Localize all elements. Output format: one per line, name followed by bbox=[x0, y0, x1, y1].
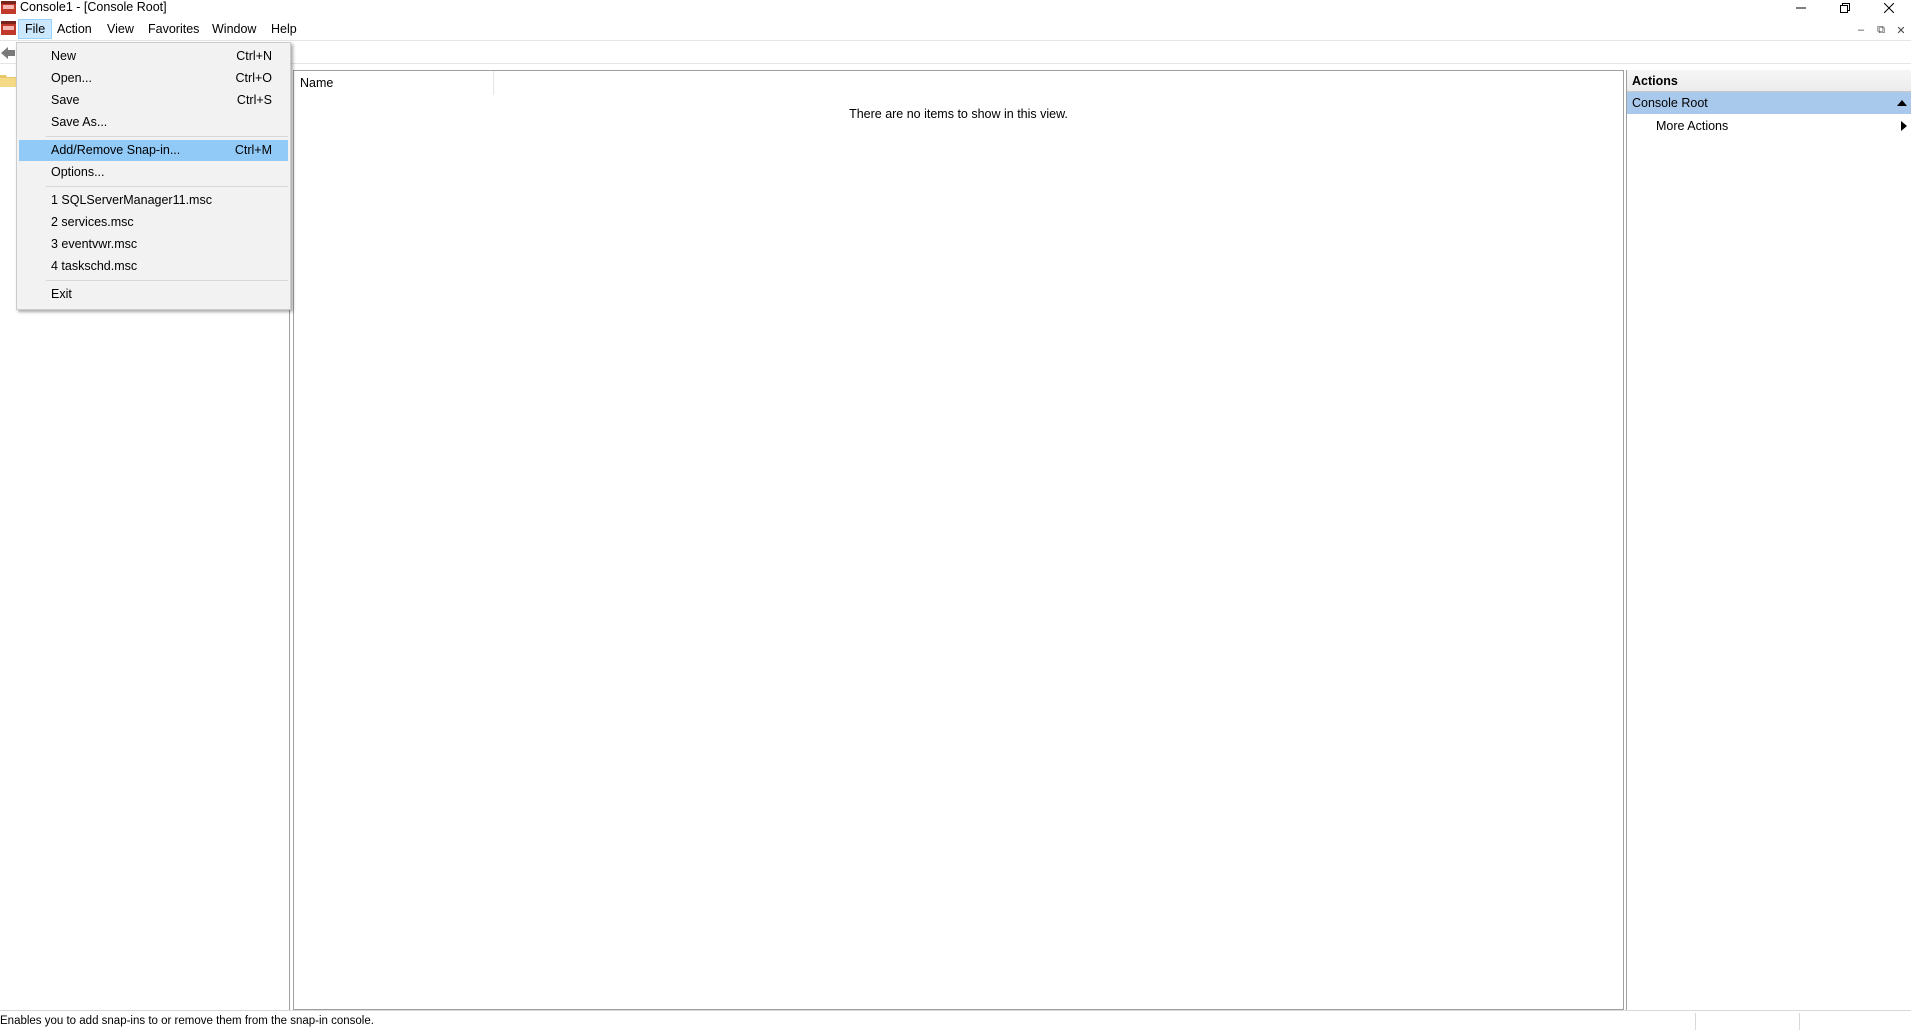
menu-item-label: New bbox=[51, 49, 77, 63]
menu-view[interactable]: View bbox=[101, 19, 140, 39]
menu-item-recent-2[interactable]: 2 services.msc bbox=[19, 212, 288, 233]
menu-item-label: 3 eventvwr.msc bbox=[51, 237, 138, 251]
child-minimize-button[interactable]: – bbox=[1851, 20, 1871, 40]
child-window-controls: – ⧉ ✕ bbox=[1851, 20, 1911, 40]
menu-item-label: 1 SQLServerManager11.msc bbox=[51, 193, 212, 207]
menu-item-shortcut: Ctrl+S bbox=[236, 93, 272, 107]
status-bar: Enables you to add snap-ins to or remove… bbox=[0, 1010, 1911, 1031]
menu-item-save-as[interactable]: Save As... bbox=[19, 112, 288, 133]
menu-separator bbox=[46, 186, 288, 187]
menu-item-label: Save bbox=[51, 93, 80, 107]
minimize-icon bbox=[1796, 7, 1806, 8]
collapse-arrow-icon[interactable] bbox=[1897, 100, 1907, 106]
actions-section-console-root[interactable]: Console Root bbox=[1627, 92, 1911, 114]
close-button[interactable] bbox=[1867, 0, 1911, 16]
menu-item-label: 4 taskschd.msc bbox=[51, 259, 138, 273]
close-icon: ✕ bbox=[1896, 24, 1906, 37]
minimize-icon: – bbox=[1857, 24, 1865, 36]
console-doc-icon[interactable] bbox=[1, 21, 16, 36]
restore-icon bbox=[1840, 2, 1850, 13]
file-menu-dropdown: New Ctrl+N Open... Ctrl+O Save Ctrl+S Sa… bbox=[16, 42, 291, 310]
menu-item-recent-3[interactable]: 3 eventvwr.msc bbox=[19, 234, 288, 255]
title-bar: Console1 - [Console Root] bbox=[0, 0, 1911, 17]
more-actions-link[interactable]: More Actions bbox=[1627, 114, 1911, 138]
menu-item-shortcut: Ctrl+M bbox=[234, 143, 272, 157]
child-close-button[interactable]: ✕ bbox=[1891, 20, 1911, 40]
menu-item-new[interactable]: New Ctrl+N bbox=[19, 46, 288, 67]
menu-item-options[interactable]: Options... bbox=[19, 162, 288, 183]
mmc-app-icon[interactable] bbox=[1, 1, 16, 15]
status-divider bbox=[1799, 1013, 1800, 1030]
restore-icon: ⧉ bbox=[1877, 23, 1885, 36]
back-arrow-icon[interactable] bbox=[0, 45, 16, 61]
menu-item-label: Open... bbox=[51, 71, 92, 85]
actions-pane: Actions Console Root More Actions bbox=[1626, 70, 1911, 1010]
menu-file[interactable]: File bbox=[18, 19, 53, 39]
menu-item-add-remove-snap-in[interactable]: Add/Remove Snap-in... Ctrl+M bbox=[19, 140, 288, 161]
folder-icon[interactable] bbox=[0, 73, 16, 87]
status-divider bbox=[1695, 1013, 1696, 1030]
results-list-pane[interactable]: Name There are no items to show in this … bbox=[293, 70, 1624, 1010]
menu-window[interactable]: Window bbox=[206, 19, 262, 39]
close-icon bbox=[1884, 2, 1894, 13]
window-title: Console1 - [Console Root] bbox=[20, 0, 167, 14]
submenu-arrow-icon bbox=[1901, 121, 1907, 131]
actions-section-label: Console Root bbox=[1632, 96, 1708, 110]
menu-item-recent-1[interactable]: 1 SQLServerManager11.msc bbox=[19, 190, 288, 211]
menu-bar: File Action View Favorites Window Help bbox=[0, 17, 1911, 40]
menu-item-recent-4[interactable]: 4 taskschd.msc bbox=[19, 256, 288, 277]
column-header-name[interactable]: Name bbox=[294, 71, 494, 95]
menu-item-label: Add/Remove Snap-in... bbox=[51, 143, 181, 157]
restore-button[interactable] bbox=[1823, 0, 1867, 16]
menu-help[interactable]: Help bbox=[265, 19, 303, 39]
minimize-button[interactable] bbox=[1779, 0, 1823, 16]
actions-header: Actions bbox=[1627, 70, 1911, 92]
menu-separator bbox=[46, 280, 288, 281]
menu-item-shortcut: Ctrl+O bbox=[235, 71, 272, 85]
menu-item-save[interactable]: Save Ctrl+S bbox=[19, 90, 288, 111]
menu-action[interactable]: Action bbox=[51, 19, 98, 39]
status-text: Enables you to add snap-ins to or remove… bbox=[0, 1015, 374, 1027]
menu-item-label: 2 services.msc bbox=[51, 215, 134, 229]
child-restore-button[interactable]: ⧉ bbox=[1871, 20, 1891, 40]
empty-view-message: There are no items to show in this view. bbox=[849, 107, 1068, 121]
menu-item-label: Exit bbox=[51, 287, 72, 301]
more-actions-label: More Actions bbox=[1656, 119, 1729, 133]
menu-separator bbox=[46, 136, 288, 137]
menu-item-open[interactable]: Open... Ctrl+O bbox=[19, 68, 288, 89]
menu-item-exit[interactable]: Exit bbox=[19, 284, 288, 305]
menu-item-shortcut: Ctrl+N bbox=[236, 49, 272, 63]
menu-item-label: Options... bbox=[51, 165, 105, 179]
menu-item-label: Save As... bbox=[51, 115, 108, 129]
menu-favorites[interactable]: Favorites bbox=[142, 19, 205, 39]
